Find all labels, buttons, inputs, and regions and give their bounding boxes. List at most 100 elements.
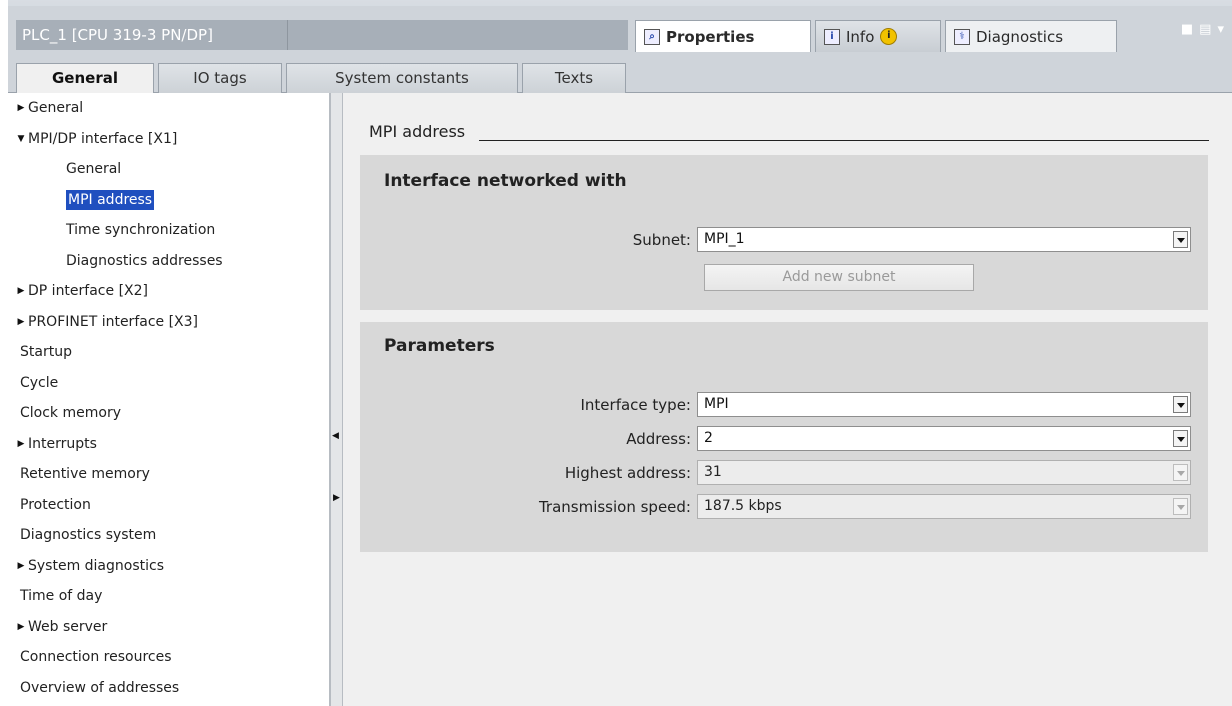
chevron-down-icon [1173,464,1188,481]
tree-item-label: Connection resources [20,649,172,666]
tree-item-label: General [28,100,84,117]
subnet-value: MPI_1 [704,231,745,247]
tree-item-dp-interface[interactable]: ▶ DP interface [X2] [8,276,329,307]
transmission-speed-row: Transmission speed: 187.5 kbps [360,494,1208,520]
window-controls: ■ ▤ ▾ [1181,22,1224,37]
section-divider [369,140,1209,141]
subtab-texts[interactable]: Texts [522,63,626,94]
tree-item-cycle[interactable]: Cycle [8,368,329,399]
tree-item-system-diagnostics[interactable]: ▶ System diagnostics [8,551,329,582]
window-title: PLC_1 [CPU 319-3 PN/DP] [16,20,288,50]
chevron-down-icon[interactable]: ▾ [1217,22,1224,37]
info-badge-icon: i [880,28,898,45]
expand-arrow-icon[interactable]: ▶ [14,429,28,459]
tree-item-label: System diagnostics [28,557,165,574]
tab-info[interactable]: i Info i [815,20,941,52]
transmission-speed-value: 187.5 kbps [704,498,782,514]
tree-item-label: Diagnostics system [20,527,157,544]
tree-item-protection[interactable]: Protection [8,490,329,521]
panel-splitter[interactable]: ◀ ▶ [330,93,343,706]
chevron-down-icon[interactable] [1173,430,1188,447]
interface-type-label: Interface type: [580,396,692,414]
address-value: 2 [704,430,713,446]
chevron-down-icon [1173,498,1188,515]
expand-arrow-icon[interactable]: ▶ [14,93,28,123]
transmission-speed-select: 187.5 kbps [697,494,1191,519]
tree-item-mpi-address[interactable]: MPI address [8,185,329,216]
subtab-system-constants[interactable]: System constants [286,63,518,94]
collapse-arrow-icon[interactable]: ▼ [14,124,28,154]
tab-properties[interactable]: ⌕ Properties [635,20,811,52]
address-row: Address: 2 [360,426,1208,452]
tree-item-label: Protection [20,496,91,513]
tree-item-general[interactable]: ▶ General [8,93,329,124]
diagnostics-icon: ⚕ [954,28,970,45]
tree-item-interrupts[interactable]: ▶ Interrupts [8,429,329,460]
subnet-row: Subnet: MPI_1 [360,227,1208,253]
tree-item-label: Web server [28,618,108,635]
tab-diagnostics-label: Diagnostics [976,27,1064,46]
tree-item-label: Diagnostics addresses [66,252,223,269]
tree-item-mpi-dp-interface[interactable]: ▼ MPI/DP interface [X1] [8,124,329,155]
tree-item-web-server[interactable]: ▶ Web server [8,612,329,643]
tab-diagnostics[interactable]: ⚕ Diagnostics [945,20,1117,52]
parameters-group: Parameters Interface type: MPI Address: … [360,322,1208,552]
properties-content: MPI address Interface networked with Sub… [343,93,1232,706]
address-label: Address: [626,430,691,448]
tree-item-time-synchronization[interactable]: Time synchronization [8,215,329,246]
tree-item-time-of-day[interactable]: Time of day [8,581,329,612]
tree-item-label: MPI/DP interface [X1] [28,130,178,147]
expand-right-icon[interactable]: ▶ [333,493,340,503]
tree-item-retentive-memory[interactable]: Retentive memory [8,459,329,490]
subtab-bar: General IO tags System constants Texts [8,57,1232,94]
subnet-label: Subnet: [632,231,691,249]
subtab-io-tags[interactable]: IO tags [158,63,282,94]
tree-item-diagnostics-addresses[interactable]: Diagnostics addresses [8,246,329,277]
highest-address-select: 31 [697,460,1191,485]
tree-item-startup[interactable]: Startup [8,337,329,368]
highest-address-row: Highest address: 31 [360,460,1208,486]
chevron-down-icon[interactable] [1173,231,1188,248]
tree-item-label: Overview of addresses [20,679,180,696]
inspector-tabs: ⌕ Properties i Info i ⚕ Diagnostics [635,20,1121,52]
tree-item-label-selected: MPI address [66,189,155,210]
subnet-select[interactable]: MPI_1 [697,227,1191,252]
networked-group-title: Interface networked with [384,171,627,191]
tree-item-connection-resources[interactable]: Connection resources [8,642,329,673]
expand-arrow-icon[interactable]: ▶ [14,551,28,581]
address-select[interactable]: 2 [697,426,1191,451]
expand-arrow-icon[interactable]: ▶ [14,612,28,642]
navigation-tree: ▶ General ▼ MPI/DP interface [X1] Genera… [8,93,330,706]
tab-properties-label: Properties [666,27,755,46]
expand-arrow-icon[interactable]: ▶ [14,276,28,306]
subtab-general[interactable]: General [16,63,154,94]
collapse-left-icon[interactable]: ◀ [332,431,339,441]
parameters-group-title: Parameters [384,336,495,356]
tree-item-label: Time synchronization [66,222,216,239]
tree-item-label: Cycle [20,374,59,391]
title-bar-fill [288,20,628,50]
tree-item-label: Startup [20,344,72,361]
float-window-icon[interactable]: ■ [1181,22,1193,37]
tree-item-clock-memory[interactable]: Clock memory [8,398,329,429]
tree-item-label: PROFINET interface [X3] [28,313,199,330]
add-new-subnet-button[interactable]: Add new subnet [704,264,974,291]
properties-icon: ⌕ [644,28,660,45]
section-title: MPI address [369,119,480,145]
tree-item-mpi-general[interactable]: General [8,154,329,185]
maximize-icon[interactable]: ▤ [1199,22,1211,37]
tree-item-label: Interrupts [28,435,97,452]
interface-type-select[interactable]: MPI [697,392,1191,417]
tree-item-diagnostics-system[interactable]: Diagnostics system [8,520,329,551]
expand-arrow-icon[interactable]: ▶ [14,307,28,337]
tree-item-overview-of-addresses[interactable]: Overview of addresses [8,673,329,704]
highest-address-label: Highest address: [564,464,691,482]
tree-item-profinet-interface[interactable]: ▶ PROFINET interface [X3] [8,307,329,338]
inspector-titlebar: PLC_1 [CPU 319-3 PN/DP] ⌕ Properties i I… [8,0,1232,57]
interface-type-value: MPI [704,396,729,412]
chevron-down-icon[interactable] [1173,396,1188,413]
interface-type-row: Interface type: MPI [360,392,1208,418]
highest-address-value: 31 [704,464,722,480]
transmission-speed-label: Transmission speed: [538,498,691,516]
tab-info-label: Info [846,27,875,46]
